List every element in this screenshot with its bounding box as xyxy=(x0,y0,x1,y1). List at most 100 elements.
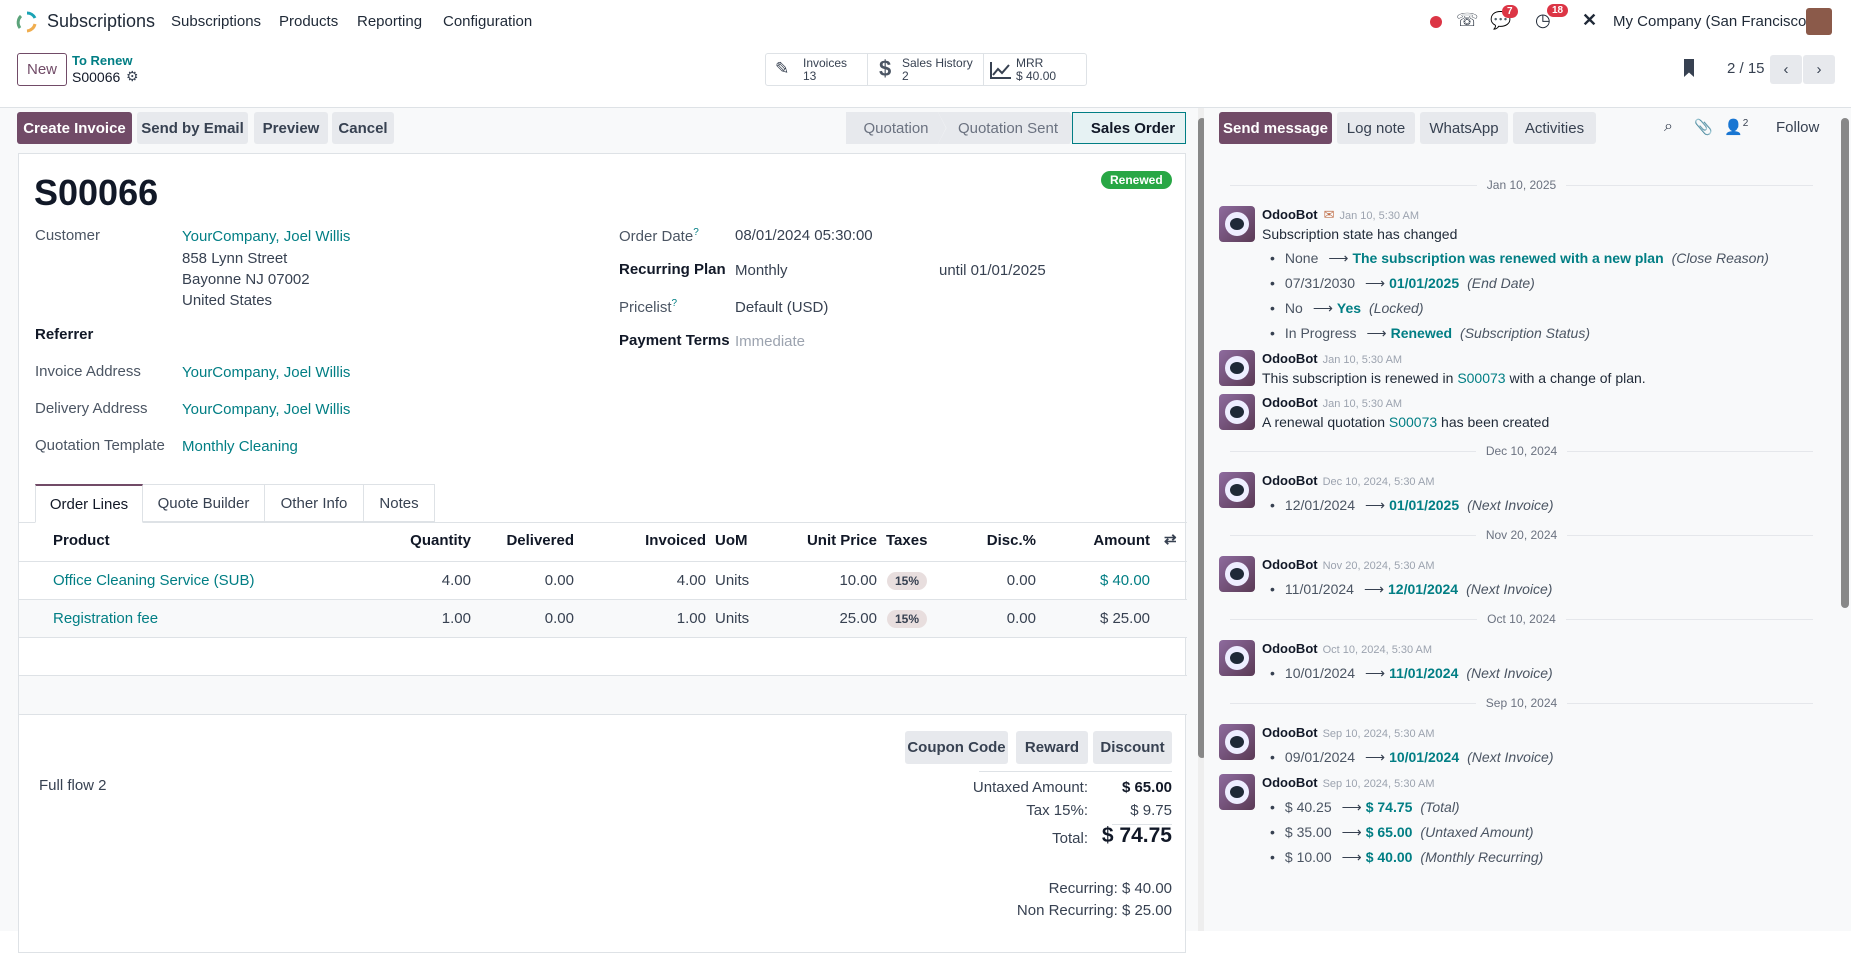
message-content: OdooBot Jan 10, 5:30 AM This subscription … xyxy=(1262,350,1646,386)
send-by-email-button[interactable]: Send by Email xyxy=(137,112,248,144)
invoice-address-link[interactable]: YourCompany, Joel Willis xyxy=(182,364,350,381)
search-icon[interactable]: ⌕ xyxy=(1664,118,1673,136)
record-link[interactable]: S00073 xyxy=(1457,370,1505,386)
chat-icon[interactable]: 💬 7 xyxy=(1490,5,1518,31)
new-button[interactable]: New xyxy=(17,53,67,86)
message-author[interactable]: OdooBot xyxy=(1262,775,1318,790)
message-author[interactable]: OdooBot xyxy=(1262,641,1318,656)
stage-sales-order[interactable]: Sales Order xyxy=(1072,112,1186,144)
bookmark-icon[interactable] xyxy=(1684,59,1694,77)
column-header-taxes[interactable]: Taxes xyxy=(886,532,927,549)
invoices-stat-button[interactable]: ✎ Invoices 13 xyxy=(766,54,868,85)
preview-button[interactable]: Preview xyxy=(254,112,328,144)
tab-other-info[interactable]: Other Info xyxy=(265,484,364,522)
optional-columns-toggle-icon[interactable]: ⇄ xyxy=(1164,530,1177,548)
subscriptions-logo-icon[interactable] xyxy=(15,10,39,34)
odoobot-avatar[interactable] xyxy=(1219,394,1255,430)
phone-icon[interactable]: ☏ xyxy=(1456,10,1479,31)
table-row[interactable]: Registration fee 1.00 0.00 1.00 Units 25… xyxy=(19,600,1187,637)
odoobot-avatar[interactable] xyxy=(1219,640,1255,676)
message-content: OdooBot Jan 10, 5:30 AM A renewal quotatio… xyxy=(1262,394,1549,430)
stat-value: 2 xyxy=(902,69,909,83)
reward-button[interactable]: Reward xyxy=(1016,731,1088,764)
recording-status-icon[interactable] xyxy=(1430,16,1442,28)
sales-history-stat-button[interactable]: $ Sales History 2 xyxy=(868,54,984,85)
robot-face-icon xyxy=(1225,646,1249,670)
company-switcher[interactable]: My Company (San Francisco) xyxy=(1613,13,1811,30)
odoobot-avatar[interactable] xyxy=(1219,350,1255,386)
column-header-unit-price[interactable]: Unit Price xyxy=(777,532,877,549)
stage-quotation[interactable]: Quotation xyxy=(846,112,946,144)
message-author[interactable]: OdooBot xyxy=(1262,395,1318,410)
log-note-button[interactable]: Log note xyxy=(1337,112,1415,144)
order-date-value[interactable]: 08/01/2024 05:30:00 xyxy=(735,227,873,244)
tab-order-lines[interactable]: Order Lines xyxy=(35,484,143,523)
dollar-icon: $ xyxy=(879,56,892,81)
menu-products[interactable]: Products xyxy=(279,13,338,30)
help-icon[interactable]: ? xyxy=(693,227,699,238)
pricelist-value[interactable]: Default (USD) xyxy=(735,299,828,316)
column-header-invoiced[interactable]: Invoiced xyxy=(606,532,706,549)
menu-subscriptions[interactable]: Subscriptions xyxy=(171,13,261,30)
message-author[interactable]: OdooBot xyxy=(1262,725,1318,740)
odoobot-avatar[interactable] xyxy=(1219,556,1255,592)
bullet: • xyxy=(1270,799,1275,815)
mrr-stat-button[interactable]: MRR $ 40.00 xyxy=(984,54,1086,85)
whatsapp-button[interactable]: WhatsApp xyxy=(1420,112,1508,144)
discount-button[interactable]: Discount xyxy=(1093,731,1172,764)
column-header-delivered[interactable]: Delivered xyxy=(474,532,574,549)
app-title[interactable]: Subscriptions xyxy=(47,11,155,32)
column-header-product[interactable]: Product xyxy=(53,532,110,549)
message-date: Jan 10, 5:30 AM xyxy=(1339,210,1420,222)
terms-note[interactable]: Full flow 2 xyxy=(39,777,107,794)
chatter-scrollbar[interactable] xyxy=(1841,108,1849,931)
record-link[interactable]: S00073 xyxy=(1389,414,1437,430)
message-author[interactable]: OdooBot xyxy=(1262,557,1318,572)
odoobot-avatar[interactable] xyxy=(1219,724,1255,760)
pager-next-button[interactable]: › xyxy=(1803,55,1835,84)
tools-icon[interactable]: ✕ xyxy=(1582,10,1597,31)
column-header-amount[interactable]: Amount xyxy=(1050,532,1150,549)
column-header-quantity[interactable]: Quantity xyxy=(371,532,471,549)
product-link[interactable]: Office Cleaning Service (SUB) xyxy=(53,572,254,589)
help-icon[interactable]: ? xyxy=(672,298,678,309)
create-invoice-button[interactable]: Create Invoice xyxy=(17,112,132,144)
product-link[interactable]: Registration fee xyxy=(53,610,158,627)
recurring-plan-value[interactable]: Monthly xyxy=(735,262,788,279)
user-avatar[interactable] xyxy=(1806,8,1832,35)
message-author[interactable]: OdooBot xyxy=(1262,473,1318,488)
activities-button[interactable]: Activities xyxy=(1513,112,1596,144)
send-message-button[interactable]: Send message xyxy=(1219,112,1332,144)
pager-previous-button[interactable]: ‹ xyxy=(1770,55,1802,84)
odoobot-avatar[interactable] xyxy=(1219,206,1255,242)
pager-value[interactable]: 2 / 15 xyxy=(1727,60,1765,77)
tab-notes[interactable]: Notes xyxy=(364,484,435,522)
follow-button[interactable]: Follow xyxy=(1776,119,1819,136)
followers-icon[interactable]: 👤2 xyxy=(1724,118,1748,136)
column-header-discount[interactable]: Disc.% xyxy=(936,532,1036,549)
cancel-button[interactable]: Cancel xyxy=(332,112,394,144)
payment-terms-value[interactable]: Immediate xyxy=(735,333,805,350)
menu-configuration[interactable]: Configuration xyxy=(443,13,532,30)
paperclip-icon[interactable]: 📎 xyxy=(1694,118,1713,136)
table-row[interactable]: Office Cleaning Service (SUB) 4.00 0.00 … xyxy=(19,562,1187,599)
field-name: (Untaxed Amount) xyxy=(1420,824,1534,840)
coupon-code-button[interactable]: Coupon Code xyxy=(905,731,1008,764)
robot-eyes-icon xyxy=(1230,652,1244,664)
message-author[interactable]: OdooBot xyxy=(1262,351,1318,366)
message-author[interactable]: OdooBot xyxy=(1262,207,1318,222)
breadcrumb-to-renew[interactable]: To Renew xyxy=(72,53,132,68)
odoobot-avatar[interactable] xyxy=(1219,472,1255,508)
delivery-address-link[interactable]: YourCompany, Joel Willis xyxy=(182,401,350,418)
column-header-uom[interactable]: UoM xyxy=(715,532,748,549)
end-date-value[interactable]: until 01/01/2025 xyxy=(939,262,1046,279)
stage-quotation-sent[interactable]: Quotation Sent xyxy=(938,112,1078,144)
quotation-template-link[interactable]: Monthly Cleaning xyxy=(182,438,298,455)
odoobot-avatar[interactable] xyxy=(1219,774,1255,810)
menu-reporting[interactable]: Reporting xyxy=(357,13,422,30)
gear-icon[interactable]: ⚙ xyxy=(126,68,139,85)
tab-quote-builder[interactable]: Quote Builder xyxy=(143,484,265,522)
customer-link[interactable]: YourCompany, Joel Willis xyxy=(182,228,350,245)
message-header: OdooBot Jan 10, 5:30 AM xyxy=(1262,350,1646,367)
activity-clock-icon[interactable]: ◷ 18 xyxy=(1535,4,1569,31)
